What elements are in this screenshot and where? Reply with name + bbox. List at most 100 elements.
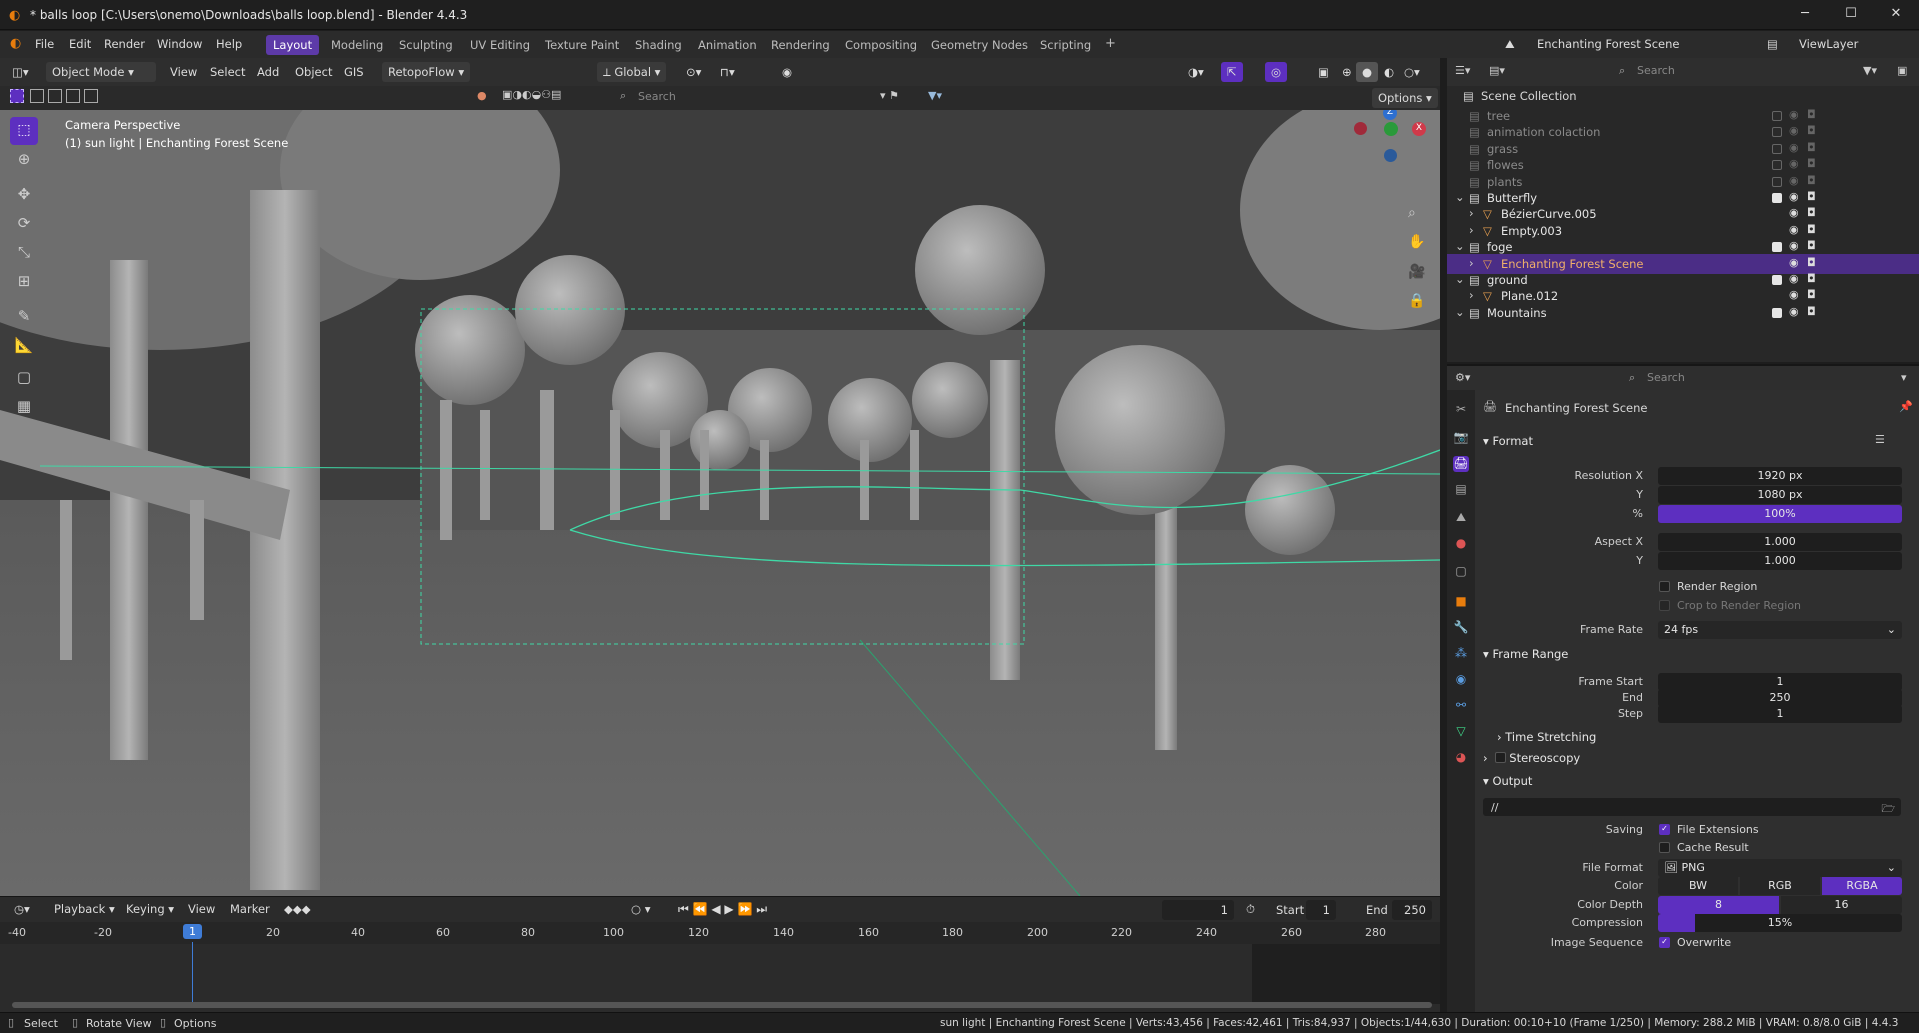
- time-stretching-header[interactable]: › Time Stretching: [1497, 730, 1596, 744]
- render-camera-icon[interactable]: ◘: [1807, 174, 1821, 187]
- render-camera-icon[interactable]: ◘: [1807, 124, 1821, 137]
- outliner-editor-icon[interactable]: ☰▾: [1455, 64, 1470, 77]
- render-camera-icon[interactable]: ◘: [1807, 288, 1821, 301]
- resolution-x-field[interactable]: 1920 px: [1658, 467, 1902, 485]
- menu-playback[interactable]: Playback ▾: [48, 899, 121, 919]
- stereoscopy-checkbox[interactable]: [1495, 752, 1506, 763]
- viewport-search-input[interactable]: Search: [638, 90, 868, 103]
- compression-slider[interactable]: 15%: [1658, 914, 1902, 932]
- data-tab-icon[interactable]: ▽: [1453, 724, 1469, 740]
- snap-icon[interactable]: ⊓▾: [714, 62, 741, 82]
- scene-tab-icon[interactable]: ⛰: [1453, 510, 1469, 526]
- render-camera-icon[interactable]: ◘: [1807, 141, 1821, 154]
- menu-window[interactable]: Window: [157, 37, 202, 51]
- gizmo-x-neg[interactable]: [1354, 122, 1367, 135]
- tool-tab-icon[interactable]: ✂: [1453, 402, 1469, 418]
- view-layer-tab-icon[interactable]: ▤: [1453, 482, 1469, 498]
- color-mode-rgba[interactable]: RGBA: [1822, 877, 1902, 895]
- exclude-checkbox[interactable]: [1772, 193, 1782, 203]
- menu-marker[interactable]: Marker: [224, 899, 276, 919]
- retopoflow-dropdown[interactable]: RetopoFlow ▾: [382, 62, 471, 82]
- properties-search-input[interactable]: Search: [1647, 371, 1767, 384]
- resolution-percent-field[interactable]: 100%: [1658, 505, 1902, 523]
- visibility-eye-icon[interactable]: ◉: [1789, 223, 1803, 236]
- material-tab-icon[interactable]: ◕: [1453, 750, 1469, 766]
- timeline[interactable]: -40 -20 1 20 40 60 80 100 120 140 160 18…: [0, 922, 1440, 1012]
- material-shading-icon[interactable]: ◐: [1378, 62, 1400, 82]
- visibility-eye-icon[interactable]: ◉: [1789, 124, 1803, 137]
- exclude-checkbox[interactable]: [1772, 176, 1782, 187]
- properties-options-icon[interactable]: ▾: [1901, 371, 1907, 384]
- resolution-y-field[interactable]: 1080 px: [1658, 486, 1902, 504]
- select-invert-icon[interactable]: [66, 89, 80, 103]
- expand-chevron-icon[interactable]: ⌄: [1455, 190, 1465, 204]
- render-camera-icon[interactable]: ◘: [1807, 256, 1821, 269]
- gizmo-x-axis[interactable]: X: [1412, 122, 1426, 136]
- format-presets-icon[interactable]: ☰: [1875, 433, 1885, 446]
- expand-chevron-icon[interactable]: ⌄: [1455, 305, 1465, 319]
- select-extend-icon[interactable]: [30, 89, 44, 103]
- visibility-eye-icon[interactable]: ◉: [1789, 206, 1803, 219]
- tab-geometry-nodes[interactable]: Geometry Nodes: [924, 35, 1035, 55]
- scale-tool-icon[interactable]: ⤡: [10, 243, 38, 269]
- render-tab-icon[interactable]: 📷: [1453, 430, 1469, 446]
- render-camera-icon[interactable]: ◘: [1807, 157, 1821, 170]
- shading-mode-icons[interactable]: ▣◑◐◒⚇▤: [502, 88, 561, 101]
- playback-controls[interactable]: ⏮ ⏪ ◀ ▶ ⏩ ⏭: [672, 899, 773, 919]
- folder-icon[interactable]: 🗁: [1881, 800, 1895, 819]
- collection-tab-icon[interactable]: ▢: [1453, 564, 1469, 580]
- outliner-filter-icon[interactable]: ▼▾: [1863, 64, 1877, 77]
- exclude-checkbox[interactable]: [1772, 275, 1782, 285]
- output-header[interactable]: ▾ Output: [1483, 774, 1532, 788]
- wireframe-shading-icon[interactable]: ⊕: [1336, 62, 1358, 82]
- blender-menu-icon[interactable]: ◐: [10, 36, 21, 51]
- tab-shading[interactable]: Shading: [628, 35, 689, 55]
- menu-timeline-view[interactable]: View: [182, 899, 221, 919]
- render-camera-icon[interactable]: ◘: [1807, 190, 1821, 203]
- clock-icon[interactable]: ⏱: [1240, 899, 1261, 919]
- visibility-eye-icon[interactable]: ◉: [1789, 288, 1803, 301]
- frame-range-header-visible[interactable]: ▾ Frame Range: [1483, 647, 1568, 661]
- visibility-eye-icon[interactable]: ◉: [1789, 108, 1803, 121]
- view-layer-icon[interactable]: ▤: [1767, 37, 1778, 51]
- options-button[interactable]: Options ▾: [1372, 88, 1438, 108]
- select-subtract-icon[interactable]: [48, 89, 62, 103]
- visibility-icon[interactable]: ◑▾: [1182, 62, 1210, 82]
- close-button[interactable]: ✕: [1886, 6, 1906, 24]
- editor-type-icon[interactable]: ◫▾: [6, 62, 35, 82]
- file-extensions-checkbox[interactable]: ✓: [1659, 824, 1670, 835]
- current-frame-marker[interactable]: 1: [183, 924, 202, 939]
- display-mode-icon[interactable]: ▤▾: [1489, 64, 1505, 77]
- outliner-search-input[interactable]: Search: [1637, 64, 1757, 77]
- measure-tool-icon[interactable]: 📐: [10, 336, 38, 362]
- aspect-x-field[interactable]: 1.000: [1658, 533, 1902, 551]
- exclude-checkbox[interactable]: [1772, 307, 1782, 318]
- menu-edit[interactable]: Edit: [69, 37, 91, 51]
- modifier-tab-icon[interactable]: 🔧: [1453, 620, 1469, 636]
- render-camera-icon[interactable]: ◘: [1807, 272, 1821, 285]
- expand-chevron-icon[interactable]: ⌄: [1455, 239, 1465, 253]
- filter-icon[interactable]: ▼▾: [928, 89, 942, 102]
- color-mode-bw[interactable]: BW: [1658, 877, 1738, 895]
- menu-gis[interactable]: GIS: [338, 62, 370, 82]
- tab-animation[interactable]: Animation: [691, 35, 764, 55]
- render-camera-icon[interactable]: ◘: [1807, 239, 1821, 252]
- visibility-eye-icon[interactable]: ◉: [1789, 305, 1803, 318]
- solid-shading-icon[interactable]: ●: [1356, 62, 1379, 82]
- select-box-icon[interactable]: [10, 89, 24, 103]
- output-path-field[interactable]: // 🗁: [1483, 798, 1901, 816]
- exclude-checkbox[interactable]: [1772, 160, 1782, 171]
- auto-key-icon[interactable]: ○ ▾: [625, 899, 656, 919]
- timeline-scrollbar[interactable]: [12, 1002, 1432, 1008]
- move-tool-icon[interactable]: ✥: [10, 185, 38, 211]
- tab-compositing[interactable]: Compositing: [838, 35, 924, 55]
- retopo-tool-icon[interactable]: ▦: [10, 397, 38, 423]
- color-depth-16[interactable]: 16: [1781, 896, 1902, 914]
- color-depth-8[interactable]: 8: [1658, 896, 1779, 914]
- menu-view[interactable]: View: [164, 62, 203, 82]
- proportional-edit-icon[interactable]: ◉: [776, 62, 798, 82]
- outliner-collection-row[interactable]: ⌄ ▤ Mountains ◉ ◘: [1447, 303, 1919, 323]
- lock-view-icon[interactable]: 🔒: [1408, 293, 1425, 309]
- navigation-gizmo[interactable]: Z X: [1348, 110, 1428, 190]
- exclude-checkbox[interactable]: [1772, 143, 1782, 154]
